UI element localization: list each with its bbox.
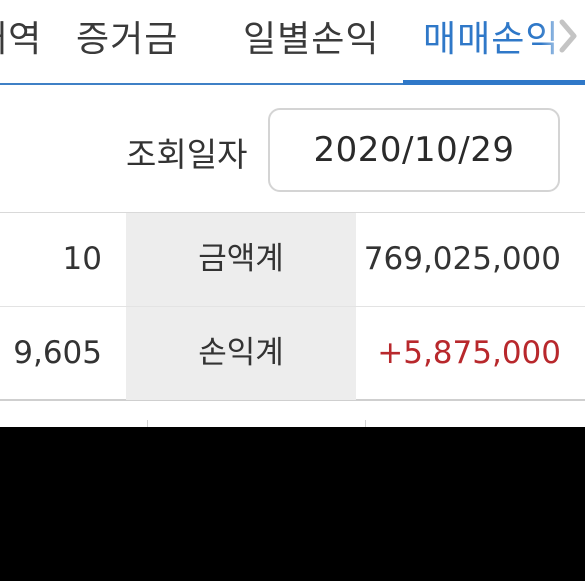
query-date-label: 조회일자 — [126, 135, 248, 174]
tab-trade-profit-loss[interactable]: 매매손익 — [423, 10, 559, 62]
tab-bar: 내역 증거금 일별손익 매매손익 — [0, 0, 585, 86]
tab-history[interactable]: 내역 — [0, 10, 42, 62]
table-cell-left-value: 9,605 — [13, 335, 102, 371]
list-header-partial — [0, 402, 585, 430]
table-cell-left-value: 10 — [62, 241, 102, 277]
active-tab-indicator — [403, 80, 585, 85]
table-cell-label: 금액계 — [126, 213, 356, 306]
table-cell-value: 769,025,000 — [363, 241, 561, 277]
table-cell-value: +5,875,000 — [377, 335, 561, 371]
tab-margin[interactable]: 증거금 — [76, 10, 178, 62]
table-cell-label: 손익계 — [126, 307, 356, 400]
tab-daily-profit-loss[interactable]: 일별손익 — [243, 10, 379, 62]
query-date-field[interactable]: 2020/10/29 — [268, 108, 560, 192]
chevron-right-icon[interactable] — [555, 16, 581, 56]
query-date-row: 조회일자 2020/10/29 — [0, 86, 585, 212]
table-row: 9,605 손익계 +5,875,000 — [0, 307, 585, 401]
redacted-area — [0, 427, 585, 581]
summary-table: 10 금액계 769,025,000 9,605 손익계 +5,875,000 — [0, 212, 585, 401]
table-row: 10 금액계 769,025,000 — [0, 213, 585, 307]
